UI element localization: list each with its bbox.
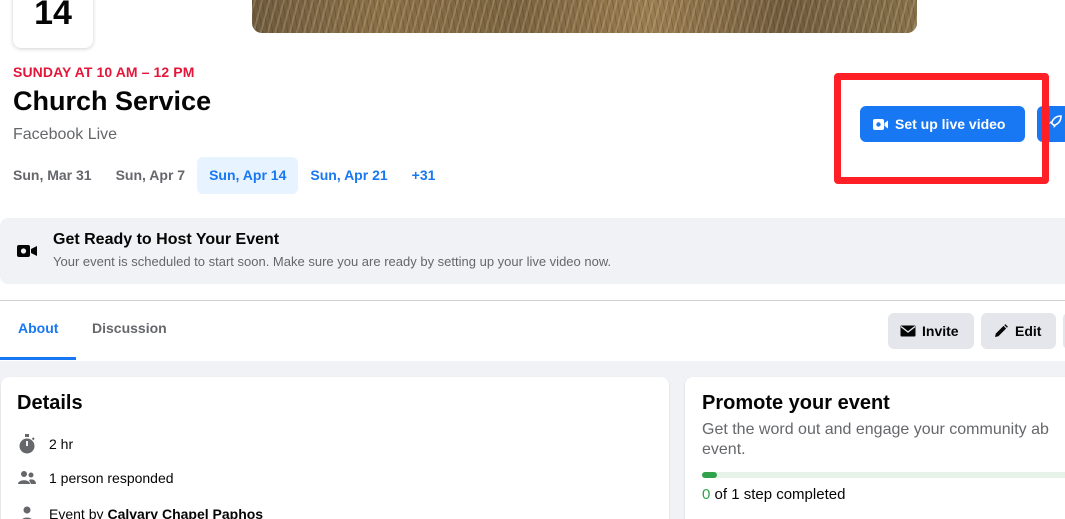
video-camera-icon xyxy=(872,116,889,133)
date-tab-apr-14[interactable]: Sun, Apr 14 xyxy=(197,157,299,194)
responded-text: 1 person responded xyxy=(49,470,174,486)
promote-title: Promote your event xyxy=(702,392,890,414)
date-tab-apr-21[interactable]: Sun, Apr 21 xyxy=(298,157,399,194)
recurring-dates-tabs: Sun, Mar 31 Sun, Apr 7 Sun, Apr 14 Sun, … xyxy=(0,157,447,194)
notice-text: Your event is scheduled to start soon. M… xyxy=(53,254,612,269)
details-title: Details xyxy=(17,392,83,414)
stopwatch-icon xyxy=(17,434,37,454)
active-tab-indicator xyxy=(0,357,76,360)
details-card: Details 2 hr 1 person responded Event by… xyxy=(1,377,669,519)
event-cover-photo xyxy=(252,0,917,33)
event-time: SUNDAY AT 10 AM – 12 PM xyxy=(13,64,195,80)
set-up-live-video-button[interactable]: Set up live video xyxy=(860,106,1025,142)
share-promote-button[interactable] xyxy=(1037,106,1065,142)
invite-button[interactable]: Invite xyxy=(888,313,974,349)
tab-about[interactable]: About xyxy=(18,320,58,336)
more-dates-link[interactable]: +31 xyxy=(400,157,448,194)
promote-text: Get the word out and engage your communi… xyxy=(702,421,1049,458)
duration-row: 2 hr xyxy=(17,434,73,454)
event-location: Facebook Live xyxy=(13,126,118,143)
event-date-card: 14 xyxy=(13,0,93,48)
tab-discussion[interactable]: Discussion xyxy=(92,320,167,336)
invite-label: Invite xyxy=(922,323,959,339)
steps-rest-text: of 1 step completed xyxy=(710,486,846,503)
responded-row: 1 person responded xyxy=(17,470,174,486)
event-date-day: 14 xyxy=(34,0,72,32)
host-row: Event by Calvary Chapel Paphos xyxy=(17,506,263,519)
notice-title: Get Ready to Host Your Event xyxy=(53,231,280,248)
date-tab-apr-7[interactable]: Sun, Apr 7 xyxy=(104,157,198,194)
host-name-link[interactable]: Calvary Chapel Paphos xyxy=(107,506,263,519)
people-icon xyxy=(17,470,37,486)
host-notice-banner xyxy=(0,218,1065,284)
duration-text: 2 hr xyxy=(49,436,74,452)
host-prefix: Event by xyxy=(49,506,104,519)
date-tab-mar-31[interactable]: Sun, Mar 31 xyxy=(0,157,104,194)
section-divider xyxy=(0,300,1065,301)
promote-progress-fill xyxy=(702,472,718,478)
promote-progress-bar xyxy=(702,472,1065,478)
event-title: Church Service xyxy=(13,86,212,116)
edit-label: Edit xyxy=(1015,323,1042,339)
video-camera-icon xyxy=(17,241,37,261)
envelope-icon xyxy=(900,325,916,337)
edit-button[interactable]: Edit xyxy=(981,313,1056,349)
set-up-live-video-label: Set up live video xyxy=(895,116,1006,132)
pencil-icon xyxy=(995,324,1008,337)
flag-icon xyxy=(17,506,37,519)
rocket-icon xyxy=(1047,114,1063,135)
steps-completed: 0 of 1 step completed xyxy=(702,486,845,503)
